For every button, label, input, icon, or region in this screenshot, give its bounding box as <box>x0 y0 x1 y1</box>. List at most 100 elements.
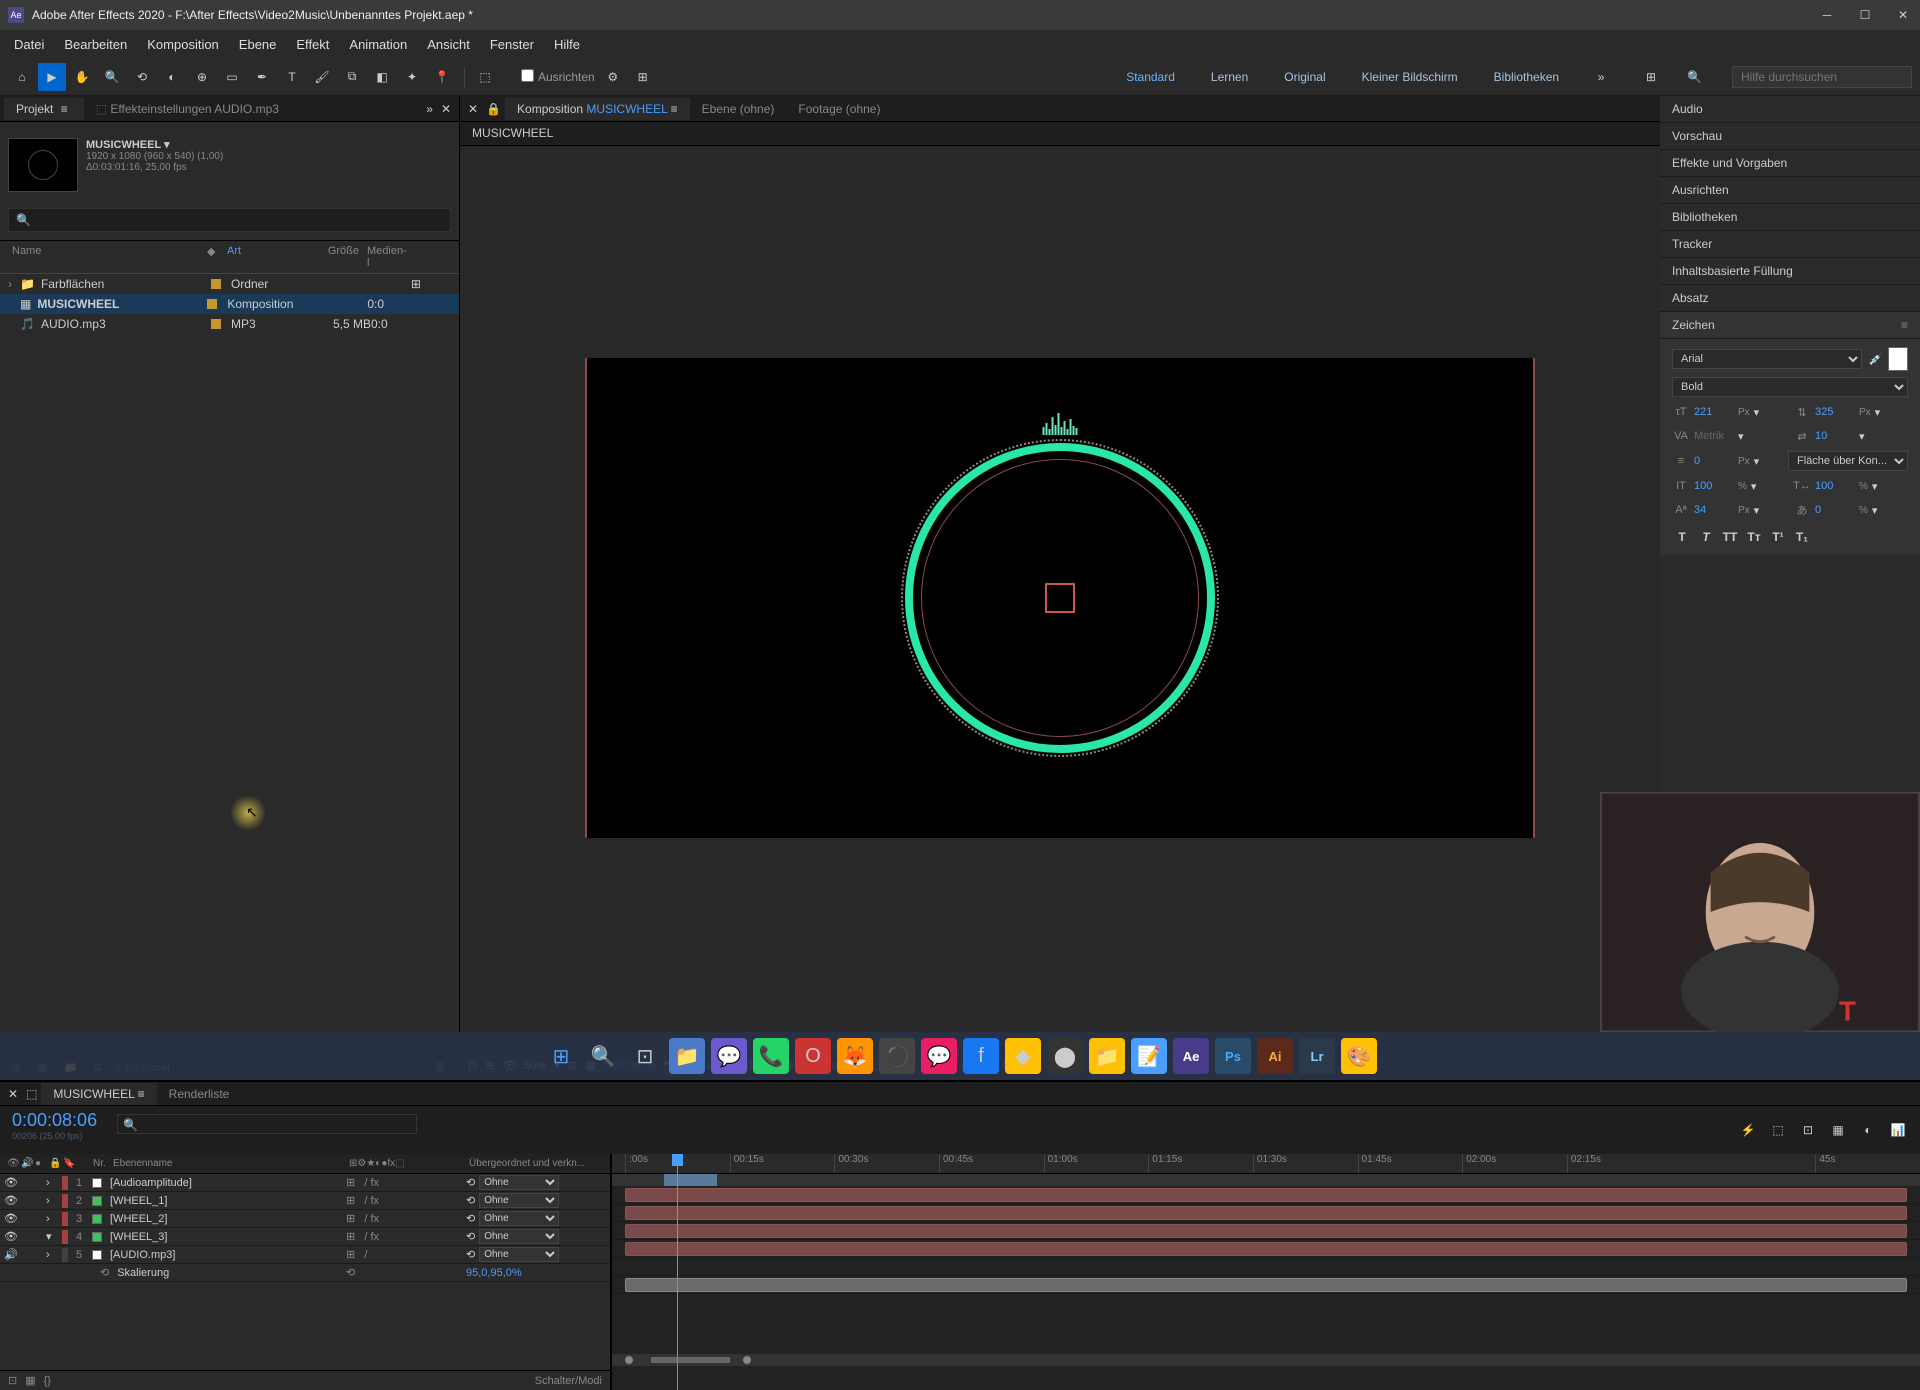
3d-tool[interactable]: ⬚ <box>471 63 499 91</box>
workspace-more[interactable]: » <box>1587 63 1615 91</box>
tab-overflow[interactable]: » <box>426 102 433 116</box>
font-size[interactable]: 221 <box>1694 406 1734 418</box>
pen-tool[interactable]: ✒ <box>248 63 276 91</box>
maximize-button[interactable]: ☐ <box>1856 6 1874 24</box>
vscale[interactable]: 100 <box>1694 480 1734 492</box>
stroke-width[interactable]: 0 <box>1694 455 1734 467</box>
track-clip-1[interactable] <box>625 1188 1907 1202</box>
project-search[interactable] <box>8 208 451 232</box>
taskbar-ae[interactable]: Ae <box>1173 1038 1209 1074</box>
menu-animation[interactable]: Animation <box>339 33 417 56</box>
taskbar-whatsapp[interactable]: 📞 <box>753 1038 789 1074</box>
frame-blend[interactable]: ▦ <box>1828 1120 1848 1140</box>
project-item-audio[interactable]: 🎵 AUDIO.mp3 MP3 5,5 MB 0:0 <box>0 314 459 334</box>
menu-ebene[interactable]: Ebene <box>229 33 287 56</box>
taskbar-lr[interactable]: Lr <box>1299 1038 1335 1074</box>
time-ruler[interactable]: :00s 00:15s 00:30s 00:45s 01:00s 01:15s … <box>612 1154 1920 1174</box>
panel-tracker[interactable]: Tracker <box>1660 231 1920 258</box>
panel-effekte[interactable]: Effekte und Vorgaben <box>1660 150 1920 177</box>
work-area[interactable] <box>612 1174 1920 1186</box>
comp-name[interactable]: MUSICWHEEL ▾ <box>86 138 223 151</box>
taskbar-folder[interactable]: 📁 <box>1089 1038 1125 1074</box>
layer-row-5[interactable]: 🔊 › 5 [AUDIO.mp3] ⊞ / ⟲ Ohne <box>0 1246 610 1264</box>
snap-options[interactable]: ⚙ <box>599 63 627 91</box>
font-style[interactable]: Bold <box>1672 377 1908 397</box>
fill-over-stroke[interactable]: Fläche über Kon... <box>1788 451 1908 471</box>
close-button[interactable]: ✕ <box>1894 6 1912 24</box>
project-item-comp[interactable]: ▦ MUSICWHEEL Komposition 0:0 <box>0 294 459 314</box>
rect-tool[interactable]: ▭ <box>218 63 246 91</box>
layer-row-4[interactable]: 👁 ▾ 4 [WHEEL_3] ⊞ / fx ⟲ Ohne <box>0 1228 610 1246</box>
taskbar-teams[interactable]: 💬 <box>711 1038 747 1074</box>
menu-effekt[interactable]: Effekt <box>286 33 339 56</box>
workspace-reset[interactable]: ⊞ <box>1637 63 1665 91</box>
eraser-tool[interactable]: ◧ <box>368 63 396 91</box>
tab-projekt[interactable]: Projekt ≡ <box>4 98 84 120</box>
fill-color[interactable] <box>1888 347 1908 371</box>
tab-timeline-comp[interactable]: MUSICWHEEL ≡ <box>41 1083 156 1105</box>
hand-tool[interactable]: ✋ <box>68 63 96 91</box>
smallcaps-btn[interactable]: Tᴛ <box>1744 527 1764 547</box>
panel-bibliotheken[interactable]: Bibliotheken <box>1660 204 1920 231</box>
hide-shy[interactable]: ⊡ <box>1798 1120 1818 1140</box>
track-clip-audio[interactable] <box>625 1278 1907 1292</box>
workspace-original[interactable]: Original <box>1276 66 1333 88</box>
taskbar-app2[interactable]: ◆ <box>1005 1038 1041 1074</box>
panel-absatz[interactable]: Absatz <box>1660 285 1920 312</box>
taskbar-opera[interactable]: O <box>795 1038 831 1074</box>
workspace-standard[interactable]: Standard <box>1118 66 1183 88</box>
tab-ebene[interactable]: Ebene (ohne) <box>690 98 787 120</box>
taskbar-app1[interactable]: ⚫ <box>879 1038 915 1074</box>
taskbar-ai[interactable]: Ai <box>1257 1038 1293 1074</box>
type-tool[interactable]: T <box>278 63 306 91</box>
superscript-btn[interactable]: T¹ <box>1768 527 1788 547</box>
font-family[interactable]: Arial <box>1672 349 1862 369</box>
tab-footage[interactable]: Footage (ohne) <box>786 98 892 120</box>
workspace-lernen[interactable]: Lernen <box>1203 66 1256 88</box>
selection-tool[interactable]: ▶ <box>38 63 66 91</box>
panel-inhaltsbasiert[interactable]: Inhaltsbasierte Füllung <box>1660 258 1920 285</box>
draft-3d[interactable]: ⬚ <box>1768 1120 1788 1140</box>
roto-tool[interactable]: ✦ <box>398 63 426 91</box>
zoom-tool[interactable]: 🔍 <box>98 63 126 91</box>
clone-tool[interactable]: ⧉ <box>338 63 366 91</box>
panel-vorschau[interactable]: Vorschau <box>1660 123 1920 150</box>
track-clip-4[interactable] <box>625 1242 1907 1256</box>
menu-bearbeiten[interactable]: Bearbeiten <box>54 33 137 56</box>
italic-btn[interactable]: T <box>1696 527 1716 547</box>
taskbar-explorer[interactable]: 📁 <box>669 1038 705 1074</box>
tab-komposition[interactable]: Komposition MUSICWHEEL ≡ <box>505 98 690 120</box>
allcaps-btn[interactable]: TT <box>1720 527 1740 547</box>
subscript-btn[interactable]: T₁ <box>1792 527 1812 547</box>
menu-ansicht[interactable]: Ansicht <box>417 33 480 56</box>
switches-label[interactable]: Schalter/Modi <box>535 1375 602 1387</box>
track-clip-2[interactable] <box>625 1206 1907 1220</box>
playhead[interactable] <box>677 1154 678 1390</box>
kerning[interactable]: Metrik <box>1694 430 1734 442</box>
project-item-folder[interactable]: ›📁 Farbflächen Ordner ⊞ <box>0 274 459 294</box>
toggle-brackets[interactable]: {} <box>44 1375 51 1387</box>
workspace-bibliotheken[interactable]: Bibliotheken <box>1486 66 1567 88</box>
comp-viewer[interactable] <box>460 146 1660 1050</box>
comp-mini-flowchart[interactable]: ⚡ <box>1738 1120 1758 1140</box>
workspace-kleiner[interactable]: Kleiner Bildschirm <box>1354 66 1466 88</box>
eyedropper-icon[interactable]: 💉 <box>1868 350 1882 368</box>
menu-komposition[interactable]: Komposition <box>137 33 229 56</box>
tab-effekteinstellungen[interactable]: ⬚ Effekteinstellungen AUDIO.mp3 <box>84 98 291 120</box>
comp-breadcrumb[interactable]: MUSICWHEEL <box>460 122 1660 146</box>
tracking[interactable]: 10 <box>1815 430 1855 442</box>
taskbar-ps[interactable]: Ps <box>1215 1038 1251 1074</box>
menu-fenster[interactable]: Fenster <box>480 33 544 56</box>
toggle-modes[interactable]: ▦ <box>25 1374 35 1387</box>
taskbar-search[interactable]: 🔍 <box>585 1038 621 1074</box>
home-button[interactable]: ⌂ <box>8 63 36 91</box>
taskbar-editor[interactable]: 📝 <box>1131 1038 1167 1074</box>
taskbar-firefox[interactable]: 🦊 <box>837 1038 873 1074</box>
tab-close-comp[interactable]: ✕ <box>468 102 478 116</box>
time-display[interactable]: 0:00:08:06 00206 (25.00 fps) <box>0 1106 109 1154</box>
track-clip-3[interactable] <box>625 1224 1907 1238</box>
anchor-tool[interactable]: ⊕ <box>188 63 216 91</box>
panel-zeichen[interactable]: Zeichen≡ <box>1660 312 1920 339</box>
bold-btn[interactable]: T <box>1672 527 1692 547</box>
timeline-close[interactable]: ✕ <box>8 1087 18 1101</box>
